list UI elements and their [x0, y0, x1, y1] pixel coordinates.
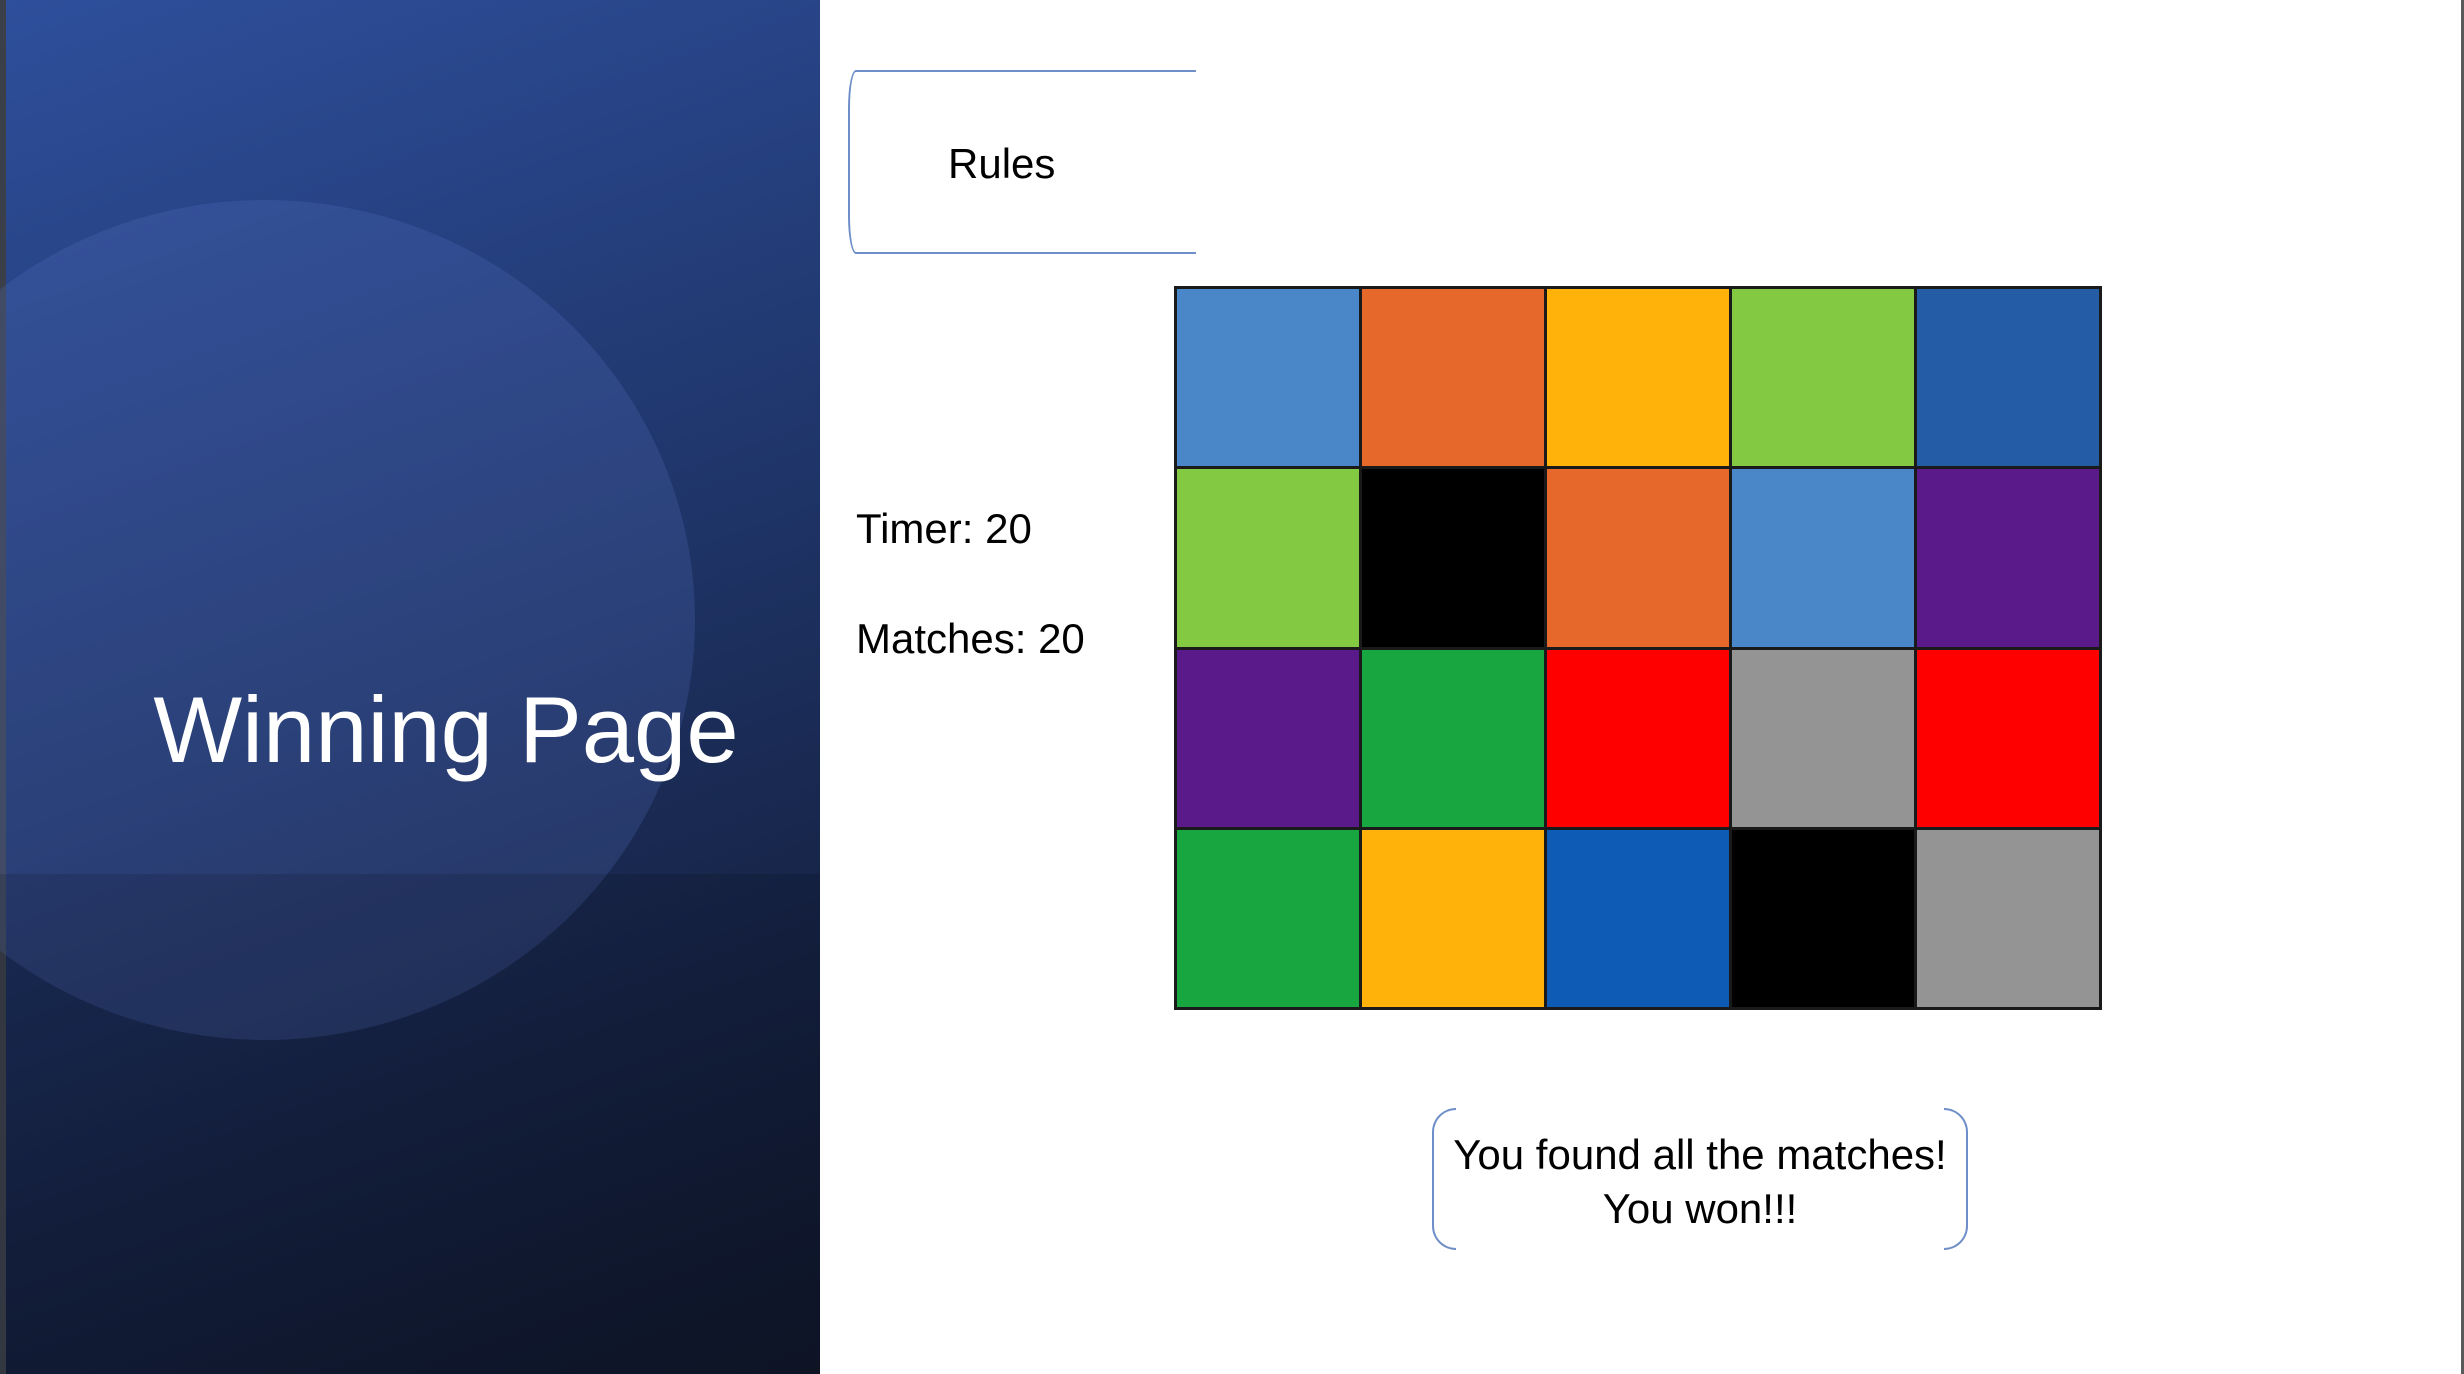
board-tile[interactable]: [1362, 649, 1544, 827]
timer-label: Timer: 20: [856, 505, 1032, 552]
board-tile[interactable]: [1732, 469, 1914, 647]
win-message: You found all the matches! You won!!!: [1432, 1108, 1968, 1250]
bracket-left: [1432, 1108, 1456, 1250]
rules-button-label: Rules: [948, 140, 1056, 187]
board-tile[interactable]: [1917, 829, 2099, 1007]
bracket-right: [1944, 1108, 1968, 1250]
board-tile[interactable]: [1917, 469, 2099, 647]
board-tile[interactable]: [1177, 469, 1359, 647]
board-tile[interactable]: [1547, 649, 1729, 827]
board-tile[interactable]: [1362, 469, 1544, 647]
game-board: [1174, 286, 2102, 1010]
board-tile[interactable]: [1177, 649, 1359, 827]
board-tile[interactable]: [1547, 829, 1729, 1007]
board-tile[interactable]: [1547, 469, 1729, 647]
win-message-line-1: You found all the matches!: [1453, 1131, 1947, 1178]
page-title: Winning Page: [153, 677, 739, 782]
board-tile[interactable]: [1917, 289, 2099, 467]
matches-label: Matches: 20: [856, 615, 1085, 662]
board-tile[interactable]: [1732, 289, 1914, 467]
board-tile[interactable]: [1177, 829, 1359, 1007]
board-tile[interactable]: [1732, 649, 1914, 827]
board-tile[interactable]: [1732, 829, 1914, 1007]
win-message-line-2: You won!!!: [1602, 1185, 1798, 1232]
board-tile[interactable]: [1547, 289, 1729, 467]
board-tile[interactable]: [1917, 649, 2099, 827]
decorative-band: [0, 874, 820, 1374]
rules-button[interactable]: Rules: [848, 70, 1196, 254]
board-tile[interactable]: [1177, 289, 1359, 467]
board-tile[interactable]: [1362, 829, 1544, 1007]
board-tile[interactable]: [1362, 289, 1544, 467]
